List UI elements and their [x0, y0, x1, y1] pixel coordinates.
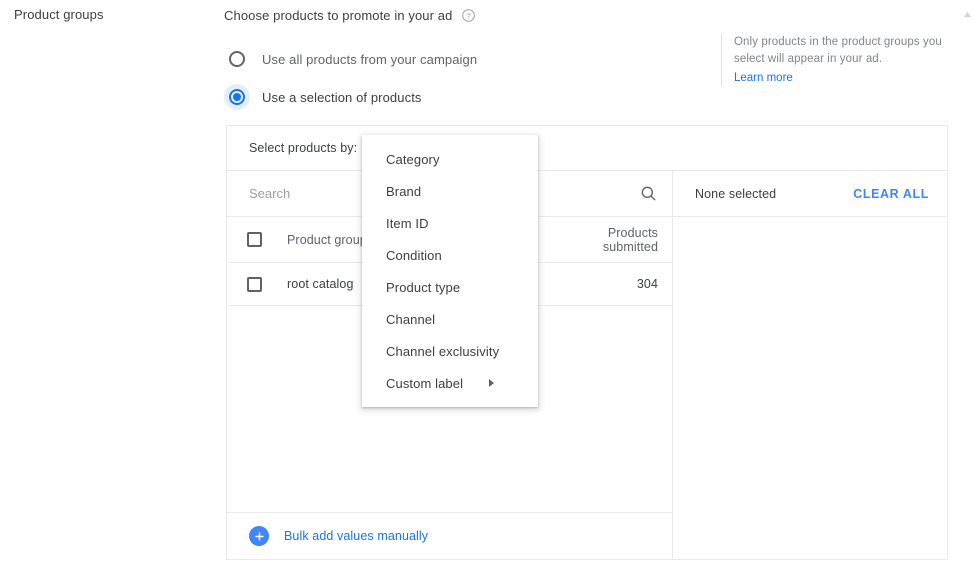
- menu-item-label: Product type: [386, 279, 461, 295]
- menu-item-label: Brand: [386, 183, 422, 199]
- menu-item-condition[interactable]: Condition: [362, 239, 538, 271]
- bulk-add-values-button[interactable]: Bulk add values manually: [227, 512, 672, 559]
- menu-item-channel[interactable]: Channel: [362, 303, 538, 335]
- column-header-products-submitted-line1: Products: [607, 225, 658, 240]
- radio-inner-dot: [233, 93, 241, 101]
- menu-item-label: Category: [386, 151, 440, 167]
- radio-option-selection-of-products-label[interactable]: Use a selection of products: [262, 90, 422, 105]
- menu-item-product-type[interactable]: Product type: [362, 271, 538, 303]
- radio-option-all-products[interactable]: Use all products from your campaign: [224, 46, 477, 72]
- column-header-products-submitted-line2: submitted: [602, 239, 658, 254]
- select-all-checkbox[interactable]: [247, 232, 262, 247]
- selection-summary-header: None selected CLEAR ALL: [673, 171, 947, 217]
- chevron-right-icon: [489, 379, 494, 387]
- menu-item-item-id[interactable]: Item ID: [362, 207, 538, 239]
- heading: Choose products to promote in your ad ?: [224, 8, 476, 23]
- menu-item-brand[interactable]: Brand: [362, 175, 538, 207]
- column-header-products-submitted: Products submitted: [568, 226, 658, 254]
- selection-summary-pane: None selected CLEAR ALL: [673, 171, 947, 559]
- plus-circle-icon: [249, 526, 269, 546]
- radio-option-selection-of-products[interactable]: Use a selection of products: [224, 84, 422, 110]
- menu-item-channel-exclusivity[interactable]: Channel exclusivity: [362, 335, 538, 367]
- selection-status: None selected: [695, 186, 777, 201]
- svg-text:?: ?: [467, 11, 471, 20]
- clear-all-button[interactable]: CLEAR ALL: [853, 187, 929, 201]
- heading-text: Choose products to promote in your ad: [224, 8, 453, 23]
- card-header: Select products by:: [227, 126, 947, 171]
- select-products-by-menu: Category Brand Item ID Condition Product…: [362, 135, 538, 407]
- radio-all-products-control[interactable]: [224, 46, 250, 72]
- learn-more-link[interactable]: Learn more: [734, 72, 793, 84]
- menu-item-label: Item ID: [386, 215, 429, 231]
- bulk-add-values-label: Bulk add values manually: [284, 529, 429, 543]
- product-group-selector-card: Select products by: Product group Produc…: [226, 125, 948, 560]
- menu-item-label: Channel: [386, 311, 436, 327]
- menu-item-category[interactable]: Category: [362, 143, 538, 175]
- scrollbar-up-arrow[interactable]: [963, 6, 972, 18]
- select-products-by-label[interactable]: Select products by:: [249, 141, 357, 155]
- selection-list-empty: [673, 217, 947, 559]
- menu-item-label: Condition: [386, 247, 442, 263]
- info-note-text: Only products in the product groups you …: [734, 36, 942, 65]
- menu-item-label: Custom label: [386, 375, 464, 391]
- menu-item-label: Channel exclusivity: [386, 343, 500, 359]
- row-products-submitted: 304: [636, 277, 658, 291]
- row-checkbox[interactable]: [247, 276, 262, 292]
- help-circle-icon[interactable]: ?: [461, 8, 476, 23]
- search-icon[interactable]: [638, 184, 658, 204]
- card-body: Product group Products submitted root ca…: [227, 171, 947, 559]
- radio-option-all-products-label[interactable]: Use all products from your campaign: [262, 52, 477, 67]
- radio-outer-ring: [229, 51, 245, 67]
- info-note: Only products in the product groups you …: [721, 34, 944, 86]
- page-title: Product groups: [14, 7, 104, 22]
- radio-selection-of-products-control[interactable]: [224, 84, 250, 110]
- menu-item-custom-label[interactable]: Custom label: [362, 367, 538, 399]
